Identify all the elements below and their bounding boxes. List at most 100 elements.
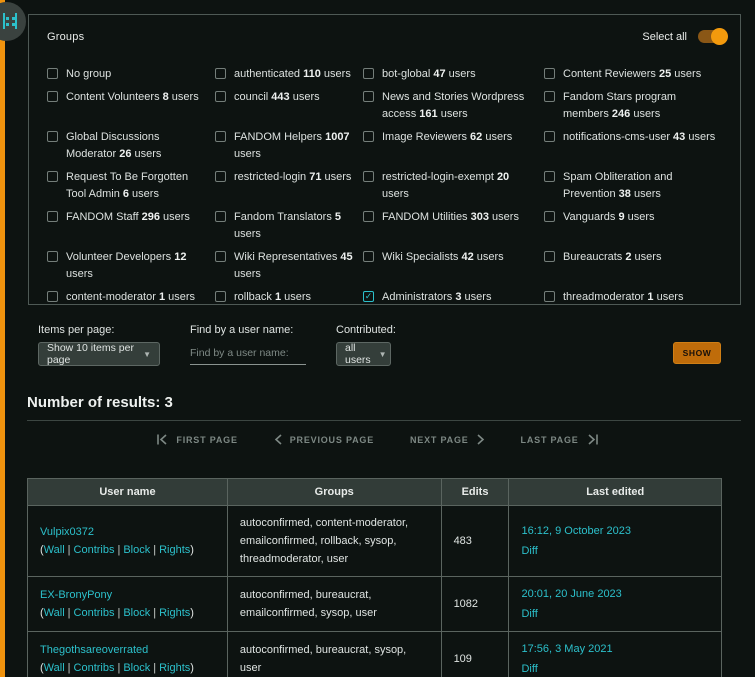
group-label: Request To Be Forgotten Tool Admin 6 use… — [66, 171, 189, 200]
group-checkbox[interactable] — [363, 131, 374, 142]
group-checkbox[interactable] — [47, 68, 58, 79]
select-all-toggle[interactable] — [698, 28, 728, 45]
group-option[interactable]: Vanguards 9 users — [544, 209, 727, 243]
group-label: authenticated 110 users — [234, 68, 351, 80]
group-option[interactable]: threadmoderator 1 users — [544, 289, 727, 306]
results-table: User name Groups Edits Last edited Vulpi… — [27, 478, 722, 677]
group-checkbox[interactable] — [363, 68, 374, 79]
user-wall-link[interactable]: Wall — [44, 607, 65, 619]
group-checkbox[interactable] — [544, 211, 555, 222]
chevron-down-icon: ▼ — [378, 349, 387, 359]
group-checkbox[interactable] — [215, 251, 226, 262]
find-user-input[interactable] — [190, 342, 306, 365]
show-button[interactable]: SHOW — [673, 342, 721, 364]
group-option[interactable]: Content Reviewers 25 users — [544, 66, 727, 83]
find-user-label: Find by a user name: — [190, 324, 294, 336]
group-option[interactable]: Content Volunteers 8 users — [47, 89, 215, 123]
username-link[interactable]: EX-BronyPony — [40, 589, 112, 601]
group-option[interactable]: No group — [47, 66, 215, 83]
user-contribs-link[interactable]: Contribs — [74, 662, 115, 674]
user-rights-link[interactable]: Rights — [159, 544, 190, 556]
group-option[interactable]: restricted-login-exempt 20 users — [363, 169, 544, 203]
group-checkbox[interactable] — [47, 291, 58, 302]
user-wall-link[interactable]: Wall — [44, 662, 65, 674]
group-checkbox[interactable] — [544, 68, 555, 79]
group-option[interactable]: bot-global 47 users — [363, 66, 544, 83]
group-option[interactable]: Spam Obliteration and Prevention 38 user… — [544, 169, 727, 203]
group-option[interactable]: council 443 users — [215, 89, 363, 123]
group-option[interactable]: FANDOM Helpers 1007 users — [215, 129, 363, 163]
group-checkbox[interactable] — [363, 211, 374, 222]
group-option[interactable]: Fandom Stars program members 246 users — [544, 89, 727, 123]
group-option[interactable]: News and Stories Wordpress access 161 us… — [363, 89, 544, 123]
group-checkbox[interactable] — [47, 251, 58, 262]
group-checkbox[interactable] — [544, 171, 555, 182]
group-option[interactable]: Fandom Translators 5 users — [215, 209, 363, 243]
group-checkbox[interactable] — [544, 131, 555, 142]
group-checkbox[interactable] — [363, 251, 374, 262]
previous-page-button[interactable]: PREVIOUS PAGE — [274, 434, 374, 445]
group-option[interactable]: restricted-login 71 users — [215, 169, 363, 203]
user-contribs-link[interactable]: Contribs — [74, 544, 115, 556]
contributed-select[interactable]: all users ▼ — [336, 342, 391, 366]
last-page-button[interactable]: LAST PAGE — [521, 434, 599, 445]
group-option[interactable]: Request To Be Forgotten Tool Admin 6 use… — [47, 169, 215, 203]
group-label: Vanguards 9 users — [563, 211, 655, 223]
user-block-link[interactable]: Block — [123, 662, 150, 674]
group-option[interactable]: Global Discussions Moderator 26 users — [47, 129, 215, 163]
username-link[interactable]: Thegothsareoverrated — [40, 644, 148, 656]
group-option[interactable]: notifications-cms-user 43 users — [544, 129, 727, 163]
items-per-page-select[interactable]: Show 10 items per page ▼ — [38, 342, 160, 366]
group-checkbox[interactable] — [215, 291, 226, 302]
group-checkbox[interactable] — [544, 91, 555, 102]
group-label: Image Reviewers 62 users — [382, 131, 513, 143]
groups-panel: Groups Select all No group authenticated … — [28, 14, 741, 305]
group-checkbox[interactable] — [363, 91, 374, 102]
group-option[interactable]: FANDOM Utilities 303 users — [363, 209, 544, 243]
next-page-button[interactable]: NEXT PAGE — [410, 434, 485, 445]
group-checkbox[interactable] — [47, 91, 58, 102]
group-option[interactable]: Wiki Specialists 42 users — [363, 249, 544, 283]
group-checkbox[interactable] — [47, 131, 58, 142]
group-option[interactable]: Image Reviewers 62 users — [363, 129, 544, 163]
group-checkbox[interactable] — [215, 131, 226, 142]
group-checkbox[interactable] — [363, 171, 374, 182]
group-checkbox[interactable] — [215, 171, 226, 182]
group-checkbox[interactable] — [544, 251, 555, 262]
user-block-link[interactable]: Block — [123, 544, 150, 556]
group-label: FANDOM Utilities 303 users — [382, 211, 519, 223]
username-link[interactable]: Vulpix0372 — [40, 526, 94, 538]
group-checkbox[interactable] — [363, 291, 374, 302]
column-header-last-edited: Last edited — [508, 478, 722, 506]
group-checkbox[interactable] — [215, 211, 226, 222]
group-option[interactable]: Wiki Representatives 45 users — [215, 249, 363, 283]
diff-link[interactable]: Diff — [521, 663, 537, 675]
group-checkbox[interactable] — [47, 211, 58, 222]
group-checkbox[interactable] — [215, 91, 226, 102]
diff-link[interactable]: Diff — [521, 608, 537, 620]
link-separator: | — [153, 544, 157, 556]
group-option[interactable]: authenticated 110 users — [215, 66, 363, 83]
group-checkbox[interactable] — [47, 171, 58, 182]
user-rights-link[interactable]: Rights — [159, 662, 190, 674]
group-option[interactable]: content-moderator 1 users — [47, 289, 215, 306]
group-checkbox[interactable] — [544, 291, 555, 302]
floating-action-button[interactable] — [0, 2, 26, 41]
group-option[interactable]: rollback 1 users — [215, 289, 363, 306]
group-checkbox[interactable] — [215, 68, 226, 79]
user-rights-link[interactable]: Rights — [159, 607, 190, 619]
last-edited-date: 20:01, 20 June 2023 — [521, 588, 622, 600]
results-count-heading: Number of results: 3 — [27, 394, 173, 411]
first-page-button[interactable]: FIRST PAGE — [156, 434, 237, 445]
group-option[interactable]: Administrators 3 users — [363, 289, 544, 306]
group-option[interactable]: Volunteer Developers 12 users — [47, 249, 215, 283]
group-option[interactable]: Bureaucrats 2 users — [544, 249, 727, 283]
groups-cell: autoconfirmed, bureaucrat, sysop, user — [226, 631, 442, 677]
username-cell: Vulpix0372 (Wall | Contribs | Block | Rights) — [27, 505, 228, 577]
user-block-link[interactable]: Block — [123, 607, 150, 619]
user-wall-link[interactable]: Wall — [44, 544, 65, 556]
group-option[interactable]: FANDOM Staff 296 users — [47, 209, 215, 243]
diff-link[interactable]: Diff — [521, 545, 537, 557]
group-label: restricted-login 71 users — [234, 171, 352, 183]
user-contribs-link[interactable]: Contribs — [74, 607, 115, 619]
